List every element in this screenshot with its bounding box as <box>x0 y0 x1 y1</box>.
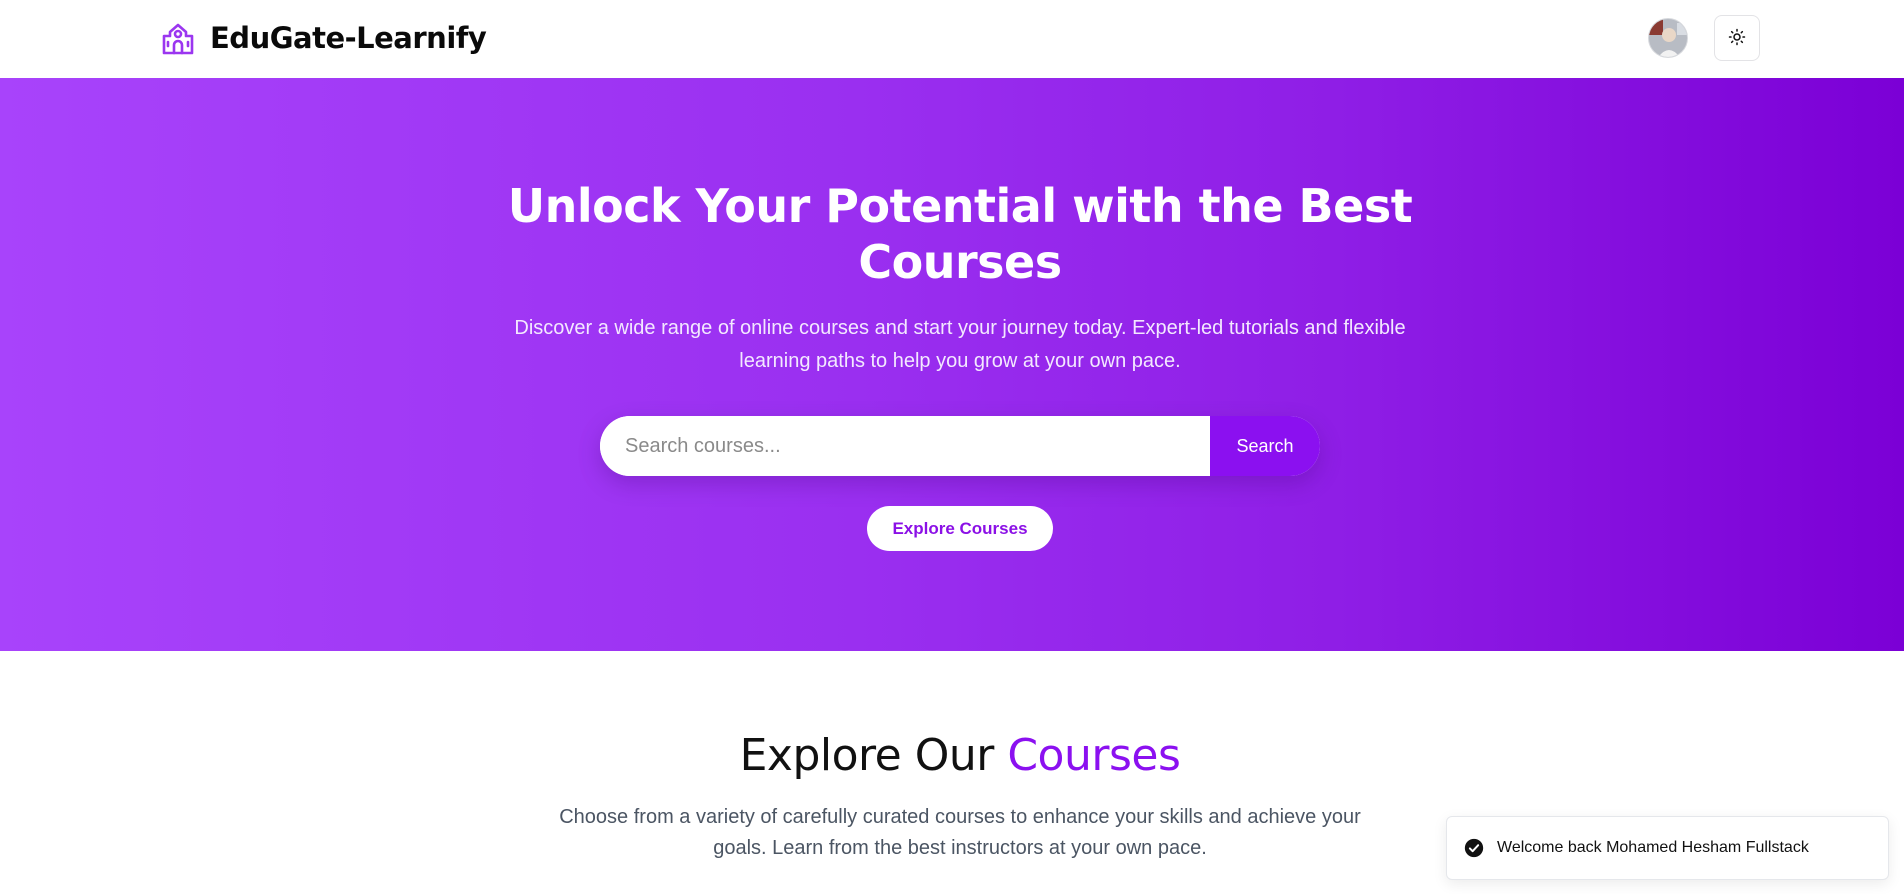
check-circle-icon <box>1463 837 1485 859</box>
section-title-part1: Explore Our <box>739 730 995 781</box>
search-bar: Search <box>600 416 1320 476</box>
sun-icon <box>1728 28 1746 49</box>
section-subtitle: Choose from a variety of carefully curat… <box>559 806 1361 859</box>
search-input[interactable] <box>600 416 1210 476</box>
hero-title: Unlock Your Potential with the Best Cour… <box>507 179 1413 289</box>
avatar[interactable] <box>1648 18 1688 58</box>
section-title: Explore Our Courses <box>0 730 1904 781</box>
toast-notification[interactable]: Welcome back Mohamed Hesham Fullstack <box>1446 816 1889 880</box>
hero-section: Unlock Your Potential with the Best Cour… <box>0 78 1904 651</box>
brand-name: EduGate-Learnify <box>210 21 487 55</box>
hero-subtitle: Discover a wide range of online courses … <box>514 317 1406 372</box>
explore-courses-button[interactable]: Explore Courses <box>867 506 1053 551</box>
navbar: EduGate-Learnify <box>0 0 1904 78</box>
brand-logo[interactable]: EduGate-Learnify <box>160 20 487 56</box>
search-button[interactable]: Search <box>1210 416 1320 476</box>
theme-toggle-button[interactable] <box>1714 15 1760 61</box>
school-building-icon <box>160 20 196 56</box>
toast-message: Welcome back Mohamed Hesham Fullstack <box>1497 839 1809 856</box>
section-title-accent: Courses <box>1007 730 1181 781</box>
